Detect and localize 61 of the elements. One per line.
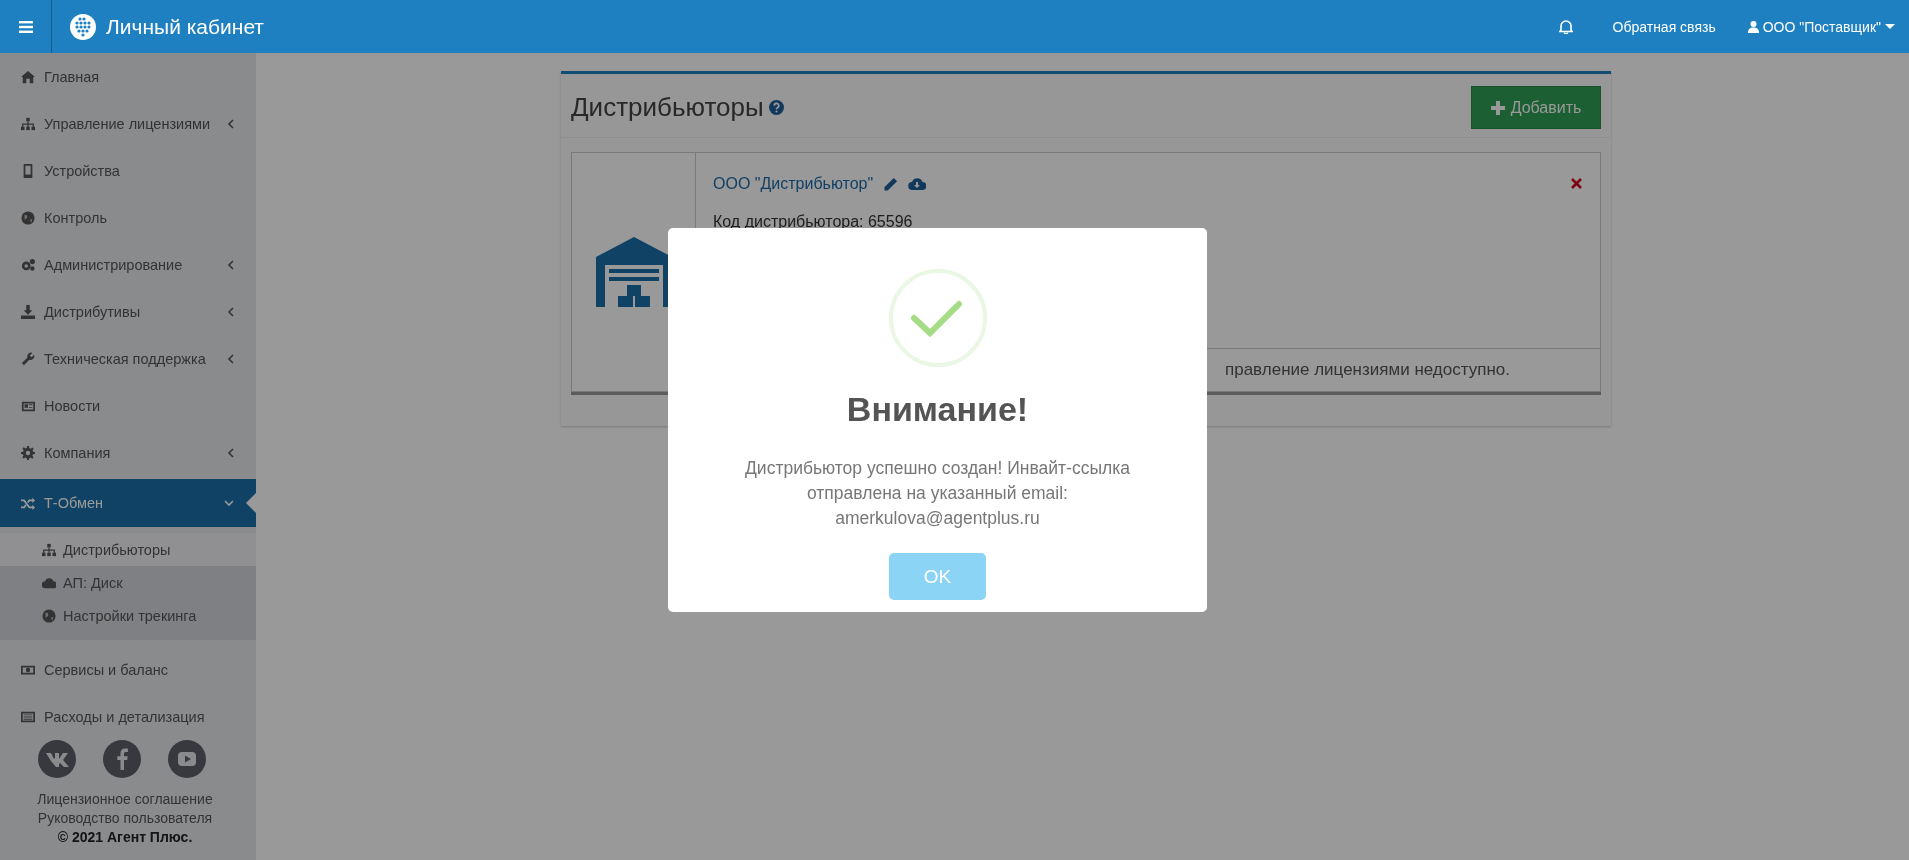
help-icon[interactable] [768,100,784,115]
caret-icon [1885,23,1895,30]
vk-icon[interactable] [38,740,76,778]
sidebar-item[interactable]: Расходы и детализация [0,693,256,740]
sidebar-item[interactable]: Техническая поддержка [0,335,256,382]
submenu-item[interactable]: АП: Диск [0,566,256,599]
sidebar-item[interactable]: Контроль [0,194,256,241]
submenu-item[interactable]: Дистрибьюторы [0,533,256,566]
chevron-left-icon [227,259,234,270]
logo-icon [70,13,96,40]
distributor-name-link[interactable]: ООО "Дистрибьютор" [713,175,874,193]
home-icon [21,69,35,84]
feedback-link[interactable]: Обратная связь [1612,18,1716,35]
add-button[interactable]: Добавить [1471,86,1601,129]
sidebar-item[interactable]: Администрирование [0,241,256,288]
user-icon [1747,20,1759,33]
pencil-icon[interactable] [883,176,899,192]
globe-icon [21,210,35,225]
facebook-icon[interactable] [103,740,141,778]
sidebar-item[interactable]: Т-Обмен [0,479,256,527]
sidebar-item[interactable]: Дистрибутивы [0,288,256,335]
globe-icon [42,608,56,623]
chevron-left-icon [227,447,234,458]
sidebar-item[interactable]: Устройства [0,147,256,194]
youtube-icon[interactable] [168,740,206,778]
success-check-icon [887,268,988,368]
list-icon [21,709,35,724]
plus-icon [1490,100,1505,115]
modal-message: Дистрибьютор успешно создан! Инвайт-ссылка отправлена на указанный email: amerkulova@agentplus.ru [744,457,1131,530]
wrench-icon [21,351,35,366]
app-title: Личный кабинет [106,14,264,39]
sidebar-item[interactable]: Управление лицензиями [0,100,256,147]
sitemap-icon [21,116,35,131]
footer-link[interactable]: Лицензионное соглашение [0,790,250,809]
distributor-code: Код дистрибьютора: 65596 [713,213,914,231]
sidebar-item[interactable]: Сервисы и баланс [0,646,256,693]
gears-icon [21,257,35,272]
chevron-left-icon [227,353,234,364]
chevron-left-icon [227,306,234,317]
chevron-left-icon [227,118,234,129]
submenu-item[interactable]: Настройки трекинга [0,599,256,632]
user-menu[interactable]: ООО "Поставщик" [1747,18,1895,35]
download-icon [21,304,35,319]
sidebar-item[interactable]: Новости [0,382,256,429]
phone-icon [21,163,35,178]
shuffle-icon [21,496,35,510]
panel-title: Дистрибьюторы [571,92,764,123]
delete-icon[interactable] [1571,178,1582,189]
cloud-icon [42,575,56,590]
copyright-text: © 2021 Агент Плюс. [56,828,194,847]
license-note: правление лицензиями недоступно. [1225,360,1510,380]
footer-link[interactable]: Руководство пользователя [0,809,250,828]
sidebar-item[interactable]: Компания [0,429,256,476]
modal-title: Внимание! [846,390,1029,429]
bell-icon[interactable] [1558,19,1573,34]
gear-icon [21,445,35,460]
sitemap-icon [42,542,56,557]
cloud-download-icon[interactable] [908,177,927,191]
sidebar-item[interactable]: Главная [0,53,256,100]
chevron-down-icon [224,499,234,507]
menu-icon [18,20,33,33]
